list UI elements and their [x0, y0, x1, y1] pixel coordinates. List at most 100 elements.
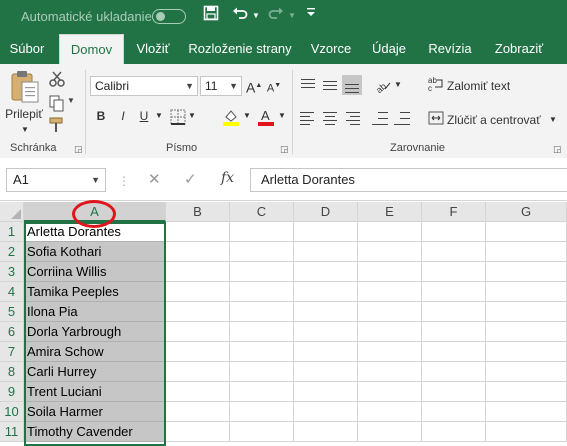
cell-d2[interactable]: [294, 242, 358, 262]
cell-c3[interactable]: [230, 262, 294, 282]
cell-b3[interactable]: [166, 262, 230, 282]
cell-c5[interactable]: [230, 302, 294, 322]
row-header[interactable]: 10: [0, 402, 24, 422]
cell-e7[interactable]: [358, 342, 422, 362]
cell-c11[interactable]: [230, 422, 294, 442]
cell-c8[interactable]: [230, 362, 294, 382]
alignment-launcher-icon[interactable]: ◲: [553, 144, 562, 155]
cell-e4[interactable]: [358, 282, 422, 302]
cell-d6[interactable]: [294, 322, 358, 342]
insert-function-button[interactable]: fx: [221, 170, 234, 186]
underline-dropdown-icon[interactable]: ▼: [154, 106, 164, 126]
cell-b6[interactable]: [166, 322, 230, 342]
column-header-c[interactable]: C: [230, 202, 294, 222]
merge-center-icon[interactable]: [428, 110, 444, 131]
column-header-b[interactable]: B: [166, 202, 230, 222]
cell-b1[interactable]: [166, 222, 230, 242]
cell-a1[interactable]: Arletta Dorantes: [24, 222, 166, 242]
tab-zobrazit[interactable]: Zobraziť: [489, 34, 549, 64]
paste-icon[interactable]: [10, 70, 40, 106]
cell-f6[interactable]: [422, 322, 486, 342]
undo-dropdown-icon[interactable]: ▼: [252, 5, 260, 27]
cell-f9[interactable]: [422, 382, 486, 402]
cell-b10[interactable]: [166, 402, 230, 422]
italic-button[interactable]: I: [116, 106, 130, 126]
copy-dropdown-icon[interactable]: ▼: [67, 96, 75, 105]
cell-f1[interactable]: [422, 222, 486, 242]
cell-b4[interactable]: [166, 282, 230, 302]
underline-button[interactable]: U: [137, 106, 151, 126]
row-header[interactable]: 1: [0, 222, 24, 242]
decrease-indent-icon[interactable]: [370, 108, 390, 128]
cell-d5[interactable]: [294, 302, 358, 322]
increase-font-size-icon[interactable]: A▲: [246, 76, 262, 98]
redo-icon[interactable]: [268, 5, 284, 28]
cell-b5[interactable]: [166, 302, 230, 322]
cell-b7[interactable]: [166, 342, 230, 362]
align-right-icon[interactable]: [342, 108, 362, 128]
cell-g11[interactable]: [486, 422, 567, 442]
cut-icon[interactable]: [48, 70, 66, 93]
cell-b11[interactable]: [166, 422, 230, 442]
cell-g2[interactable]: [486, 242, 567, 262]
cell-a8[interactable]: Carli Hurrey: [24, 362, 166, 382]
column-header-a[interactable]: A: [24, 202, 166, 222]
cell-f5[interactable]: [422, 302, 486, 322]
tab-subor[interactable]: Súbor: [4, 34, 50, 64]
cell-g8[interactable]: [486, 362, 567, 382]
tab-vzorce[interactable]: Vzorce: [306, 34, 356, 64]
cell-g5[interactable]: [486, 302, 567, 322]
cell-d9[interactable]: [294, 382, 358, 402]
align-left-icon[interactable]: [298, 108, 318, 128]
cell-g9[interactable]: [486, 382, 567, 402]
cell-a2[interactable]: Sofia Kothari: [24, 242, 166, 262]
cell-d11[interactable]: [294, 422, 358, 442]
cell-b2[interactable]: [166, 242, 230, 262]
customize-quick-access-icon[interactable]: [306, 5, 316, 27]
enter-icon[interactable]: ✓: [184, 170, 197, 188]
cell-a3[interactable]: Corriina Willis: [24, 262, 166, 282]
column-header-d[interactable]: D: [294, 202, 358, 222]
cell-e8[interactable]: [358, 362, 422, 382]
cell-f10[interactable]: [422, 402, 486, 422]
cell-d8[interactable]: [294, 362, 358, 382]
fill-color-dropdown-icon[interactable]: ▼: [242, 106, 252, 126]
copy-icon[interactable]: [48, 94, 66, 117]
cell-e2[interactable]: [358, 242, 422, 262]
cell-g1[interactable]: [486, 222, 567, 242]
merge-center-dropdown-icon[interactable]: ▼: [548, 110, 558, 130]
cell-a11[interactable]: Timothy Cavender: [24, 422, 166, 442]
cell-c4[interactable]: [230, 282, 294, 302]
cell-d3[interactable]: [294, 262, 358, 282]
wrap-text-button[interactable]: Zalomiť text: [447, 76, 517, 96]
cell-a4[interactable]: Tamika Peeples: [24, 282, 166, 302]
autosave-toggle[interactable]: [152, 9, 186, 24]
row-header[interactable]: 7: [0, 342, 24, 362]
cell-b9[interactable]: [166, 382, 230, 402]
tab-rozlozenie-strany[interactable]: Rozloženie strany: [188, 34, 292, 64]
wrap-text-icon[interactable]: ab c: [428, 76, 444, 97]
cell-f2[interactable]: [422, 242, 486, 262]
cell-g10[interactable]: [486, 402, 567, 422]
orientation-icon[interactable]: ab: [374, 76, 392, 99]
row-header[interactable]: 5: [0, 302, 24, 322]
cell-a5[interactable]: Ilona Pia: [24, 302, 166, 322]
cell-c1[interactable]: [230, 222, 294, 242]
cell-a10[interactable]: Soila Harmer: [24, 402, 166, 422]
decrease-font-size-icon[interactable]: A▼: [266, 76, 282, 99]
cell-f8[interactable]: [422, 362, 486, 382]
cell-d4[interactable]: [294, 282, 358, 302]
increase-indent-icon[interactable]: [392, 108, 412, 128]
cell-a7[interactable]: Amira Schow: [24, 342, 166, 362]
select-all-button[interactable]: [0, 202, 24, 222]
column-header-e[interactable]: E: [358, 202, 422, 222]
cell-d1[interactable]: [294, 222, 358, 242]
cell-g3[interactable]: [486, 262, 567, 282]
align-center-icon[interactable]: [320, 108, 340, 128]
cell-a6[interactable]: Dorla Yarbrough: [24, 322, 166, 342]
row-header[interactable]: 11: [0, 422, 24, 442]
cell-d10[interactable]: [294, 402, 358, 422]
cell-e1[interactable]: [358, 222, 422, 242]
save-icon[interactable]: [203, 5, 219, 28]
name-box[interactable]: A1 ▼: [6, 168, 106, 192]
